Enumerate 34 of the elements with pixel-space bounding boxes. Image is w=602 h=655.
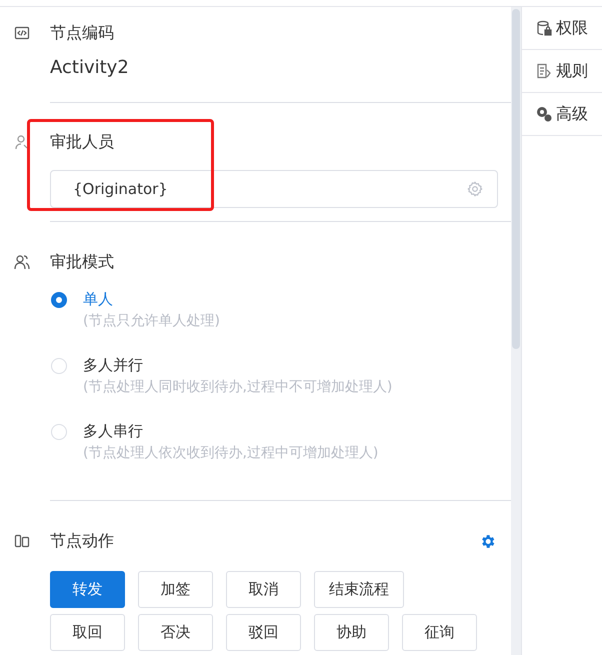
- action-button[interactable]: 结束流程: [314, 571, 404, 608]
- action-button[interactable]: 否决: [138, 614, 213, 651]
- option-hint: (节点处理人依次收到待办,过程中可增加处理人): [83, 444, 378, 463]
- section-title: 审批人员: [50, 132, 114, 152]
- devices-icon: [14, 533, 30, 549]
- users-icon: [14, 254, 30, 270]
- code-icon: [14, 25, 30, 41]
- database-lock-icon: [536, 20, 552, 36]
- action-button[interactable]: 取回: [50, 614, 125, 651]
- option-hint: (节点只允许单人处理): [83, 312, 220, 331]
- gears-icon: [536, 106, 552, 122]
- sidebar-item[interactable]: 规则: [522, 50, 602, 93]
- action-button[interactable]: 转发: [50, 571, 125, 608]
- action-button[interactable]: 取消: [226, 571, 301, 608]
- sidebar-item[interactable]: 权限: [522, 7, 602, 50]
- sidebar-item[interactable]: 高级: [522, 93, 602, 136]
- settings-icon[interactable]: [467, 181, 484, 197]
- option-label: 单人: [83, 289, 114, 310]
- option-label: 多人并行: [83, 355, 144, 376]
- action-button[interactable]: 征询: [402, 614, 477, 651]
- action-button[interactable]: 驳回: [226, 614, 301, 651]
- section-title: 审批模式: [50, 252, 114, 272]
- option-hint: (节点处理人同时收到待办,过程中不可增加处理人): [83, 378, 392, 397]
- action-button[interactable]: 协助: [314, 614, 389, 651]
- document-icon: [536, 63, 552, 79]
- section-title: 节点动作: [50, 530, 114, 552]
- user-icon: [14, 134, 30, 150]
- section-title: 节点编码: [50, 22, 114, 44]
- node-code-value: Activity2: [50, 56, 130, 80]
- option-label: 多人串行: [83, 421, 144, 442]
- radio-button[interactable]: [51, 292, 67, 308]
- scrollbar[interactable]: [511, 7, 522, 655]
- action-button[interactable]: 加签: [138, 571, 213, 608]
- approvers-field[interactable]: {Originator}: [50, 170, 498, 208]
